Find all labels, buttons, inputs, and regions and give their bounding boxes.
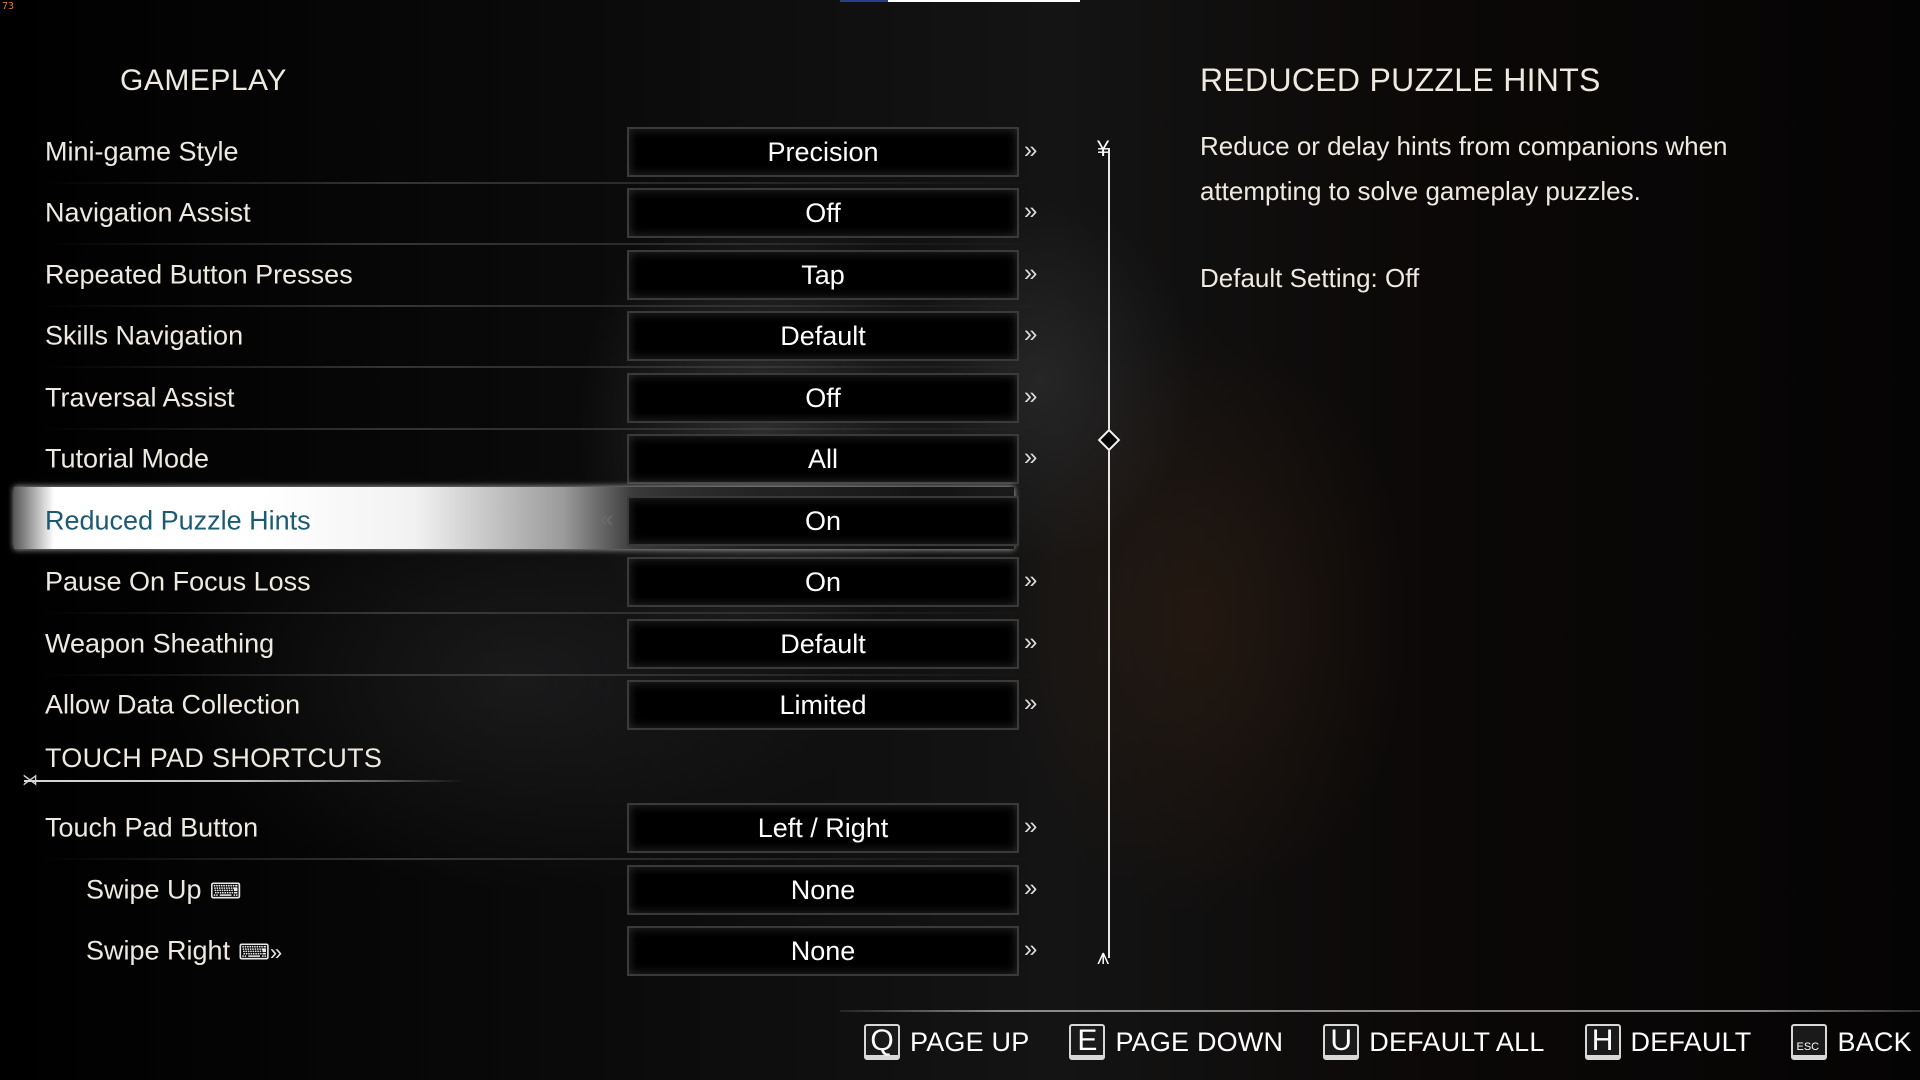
chevron-right-icon[interactable]: » — [1024, 936, 1037, 964]
setting-row-reduced-puzzle-hints[interactable]: Reduced Puzzle Hints « On — [0, 487, 1080, 549]
chevron-right-icon[interactable]: » — [1024, 321, 1037, 349]
setting-row-repeated-button-presses[interactable]: Repeated Button Presses Tap » — [0, 247, 1080, 307]
touchpad-swipe-up-icon: ⌨ — [209, 878, 242, 904]
setting-row-mini-game-style[interactable]: Mini-game Style Precision » — [0, 124, 1080, 184]
detail-default-setting: Default Setting: Off — [1200, 263, 1420, 293]
touchpad-swipe-right-icon: ⌨» — [238, 939, 283, 965]
hint-label: PAGE UP — [910, 1026, 1030, 1057]
setting-value[interactable]: On — [627, 557, 1019, 607]
setting-row-weapon-sheathing[interactable]: Weapon Sheathing Default » — [0, 616, 1080, 676]
scrollbar-bottom-ornament-icon: ⩚ — [1097, 944, 1110, 969]
back-button[interactable]: ESC BACK — [1791, 1024, 1912, 1060]
row-divider — [40, 305, 1040, 307]
setting-label: Swipe Up ⌨ — [86, 875, 241, 906]
chevron-right-icon[interactable]: » — [1024, 260, 1037, 288]
row-divider — [40, 243, 1040, 245]
setting-label: Traversal Assist — [45, 382, 235, 413]
default-button[interactable]: H DEFAULT — [1584, 1024, 1752, 1060]
setting-label: Touch Pad Button — [45, 812, 259, 843]
setting-row-traversal-assist[interactable]: Traversal Assist Off » — [0, 370, 1080, 430]
key-u-icon: U — [1323, 1024, 1360, 1060]
key-e-icon: E — [1069, 1024, 1106, 1060]
setting-row-navigation-assist[interactable]: Navigation Assist Off » — [0, 185, 1080, 245]
setting-label: Swipe Right ⌨» — [86, 936, 282, 967]
setting-row-touch-pad-button[interactable]: Touch Pad Button Left / Right » — [0, 800, 1080, 860]
chevron-right-icon[interactable]: » — [1024, 444, 1037, 472]
row-divider — [40, 612, 1040, 614]
setting-row-swipe-right[interactable]: Swipe Right ⌨» None » — [0, 923, 1080, 979]
setting-row-pause-on-focus-loss[interactable]: Pause On Focus Loss On » — [0, 554, 1080, 614]
detail-description: Reduce or delay hints from companions wh… — [1200, 131, 1728, 206]
fps-counter: 73 — [2, 1, 15, 12]
chevron-right-icon[interactable]: » — [1024, 567, 1037, 595]
top-progress-bar — [840, 0, 1080, 2]
setting-value[interactable]: None — [627, 865, 1019, 915]
row-divider — [40, 182, 1040, 184]
scrollbar-top-ornament-icon: ¥ — [1097, 136, 1110, 161]
chevron-right-icon[interactable]: » — [1024, 198, 1037, 226]
setting-label: Weapon Sheathing — [45, 628, 275, 659]
chevron-right-icon[interactable]: » — [1024, 813, 1037, 841]
setting-label: Tutorial Mode — [45, 443, 210, 474]
top-progress-fill — [840, 0, 888, 2]
scrollbar-track[interactable] — [1108, 148, 1110, 958]
row-divider — [40, 428, 1040, 430]
setting-value[interactable]: Off — [627, 373, 1019, 423]
row-divider — [40, 366, 1040, 368]
section-divider — [24, 780, 464, 782]
footer-key-hints: Q PAGE UP E PAGE DOWN U DEFAULT ALL H DE… — [864, 1024, 1912, 1060]
default-all-button[interactable]: U DEFAULT ALL — [1323, 1024, 1544, 1060]
setting-value[interactable]: Left / Right — [627, 803, 1019, 853]
hint-label: BACK — [1837, 1026, 1912, 1057]
row-divider — [40, 858, 1040, 860]
setting-label: Mini-game Style — [45, 136, 239, 167]
page-down-button[interactable]: E PAGE DOWN — [1069, 1024, 1283, 1060]
setting-row-allow-data-collection[interactable]: Allow Data Collection Limited » — [0, 677, 1080, 733]
key-esc-icon: ESC — [1791, 1024, 1828, 1060]
setting-label: Skills Navigation — [45, 320, 244, 351]
setting-value[interactable]: Default — [627, 311, 1019, 361]
setting-value[interactable]: None — [627, 926, 1019, 976]
detail-title: REDUCED PUZZLE HINTS — [1200, 62, 1601, 98]
chevron-left-icon[interactable]: « — [600, 506, 613, 534]
setting-row-skills-navigation[interactable]: Skills Navigation Default » — [0, 308, 1080, 368]
setting-value[interactable]: Limited — [627, 680, 1019, 730]
setting-label: Navigation Assist — [45, 197, 251, 228]
setting-value[interactable]: Default — [627, 619, 1019, 669]
footer-divider — [840, 1010, 1920, 1012]
setting-row-swipe-up[interactable]: Swipe Up ⌨ None » — [0, 862, 1080, 918]
section-title: GAMEPLAY — [120, 64, 287, 97]
touchpad-section-title: TOUCH PAD SHORTCUTS — [45, 743, 383, 773]
chevron-right-icon[interactable]: » — [1024, 629, 1037, 657]
hint-label: DEFAULT — [1630, 1026, 1752, 1057]
setting-label: Pause On Focus Loss — [45, 566, 311, 597]
hint-label: PAGE DOWN — [1115, 1026, 1284, 1057]
swipe-right-label: Swipe Right — [86, 935, 231, 966]
setting-value[interactable]: On — [627, 496, 1019, 546]
chevron-right-icon[interactable]: » — [1024, 383, 1037, 411]
setting-label: Allow Data Collection — [45, 689, 301, 720]
setting-value[interactable]: Off — [627, 188, 1019, 238]
setting-value[interactable]: Tap — [627, 250, 1019, 300]
chevron-right-icon[interactable]: » — [1024, 137, 1037, 165]
swipe-up-label: Swipe Up — [86, 874, 202, 905]
key-q-icon: Q — [864, 1024, 900, 1060]
setting-label: Reduced Puzzle Hints — [45, 505, 311, 536]
chevron-right-icon[interactable]: » — [1024, 690, 1037, 718]
setting-row-tutorial-mode[interactable]: Tutorial Mode All » — [0, 431, 1080, 487]
setting-label: Repeated Button Presses — [45, 259, 353, 290]
page-up-button[interactable]: Q PAGE UP — [864, 1024, 1029, 1060]
chevron-right-icon[interactable]: » — [1024, 875, 1037, 903]
key-h-icon: H — [1584, 1024, 1621, 1060]
hint-label: DEFAULT ALL — [1369, 1026, 1545, 1057]
setting-value[interactable]: All — [627, 434, 1019, 484]
row-divider — [40, 674, 1040, 676]
setting-value[interactable]: Precision — [627, 127, 1019, 177]
